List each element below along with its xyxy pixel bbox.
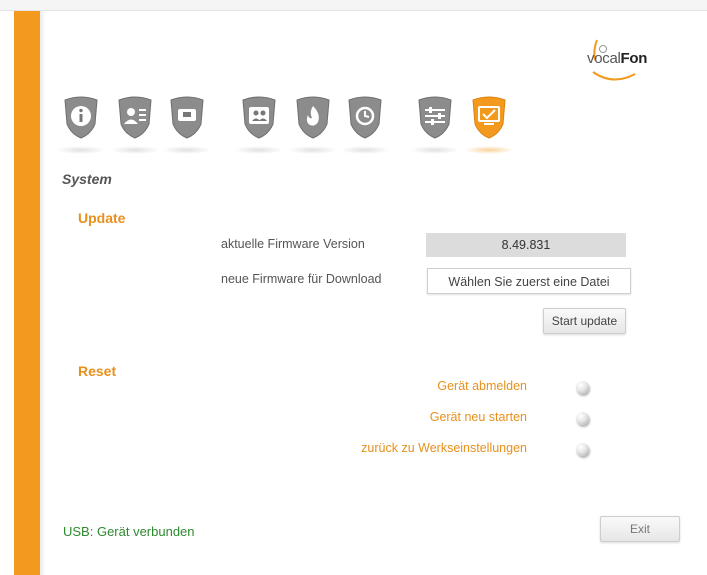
usb-status: USB: Gerät verbunden [63, 524, 195, 539]
reset-heading: Reset [78, 363, 117, 379]
reset-option-restart-radio[interactable] [576, 412, 589, 425]
start-update-button[interactable]: Start update [543, 308, 626, 334]
nav-system-monitor-icon[interactable] [464, 96, 514, 154]
nav-alarm-clock-icon[interactable] [340, 96, 390, 154]
update-heading: Update [78, 210, 126, 226]
reset-option-logout-radio[interactable] [576, 381, 589, 394]
main-nav [0, 96, 707, 156]
nav-user-list-icon[interactable] [110, 96, 160, 154]
reset-option-restart-label: Gerät neu starten [429, 410, 527, 424]
nav-info-icon[interactable] [56, 96, 106, 154]
top-border [0, 0, 707, 11]
firmware-version-value: 8.49.831 [426, 233, 626, 257]
logo-text: vocalFon [587, 50, 648, 67]
nav-phone-icon[interactable] [162, 96, 212, 154]
nav-fire-icon[interactable] [288, 96, 338, 154]
reset-option-factory-label: zurück zu Werkseinstellungen [361, 441, 527, 455]
reset-option-factory-radio[interactable] [576, 443, 589, 456]
firmware-file-chooser[interactable]: Wählen Sie zuerst eine Datei [427, 268, 631, 294]
nav-settings-sliders-icon[interactable] [410, 96, 460, 154]
nav-contacts-icon[interactable] [234, 96, 284, 154]
page-title: System [62, 171, 112, 187]
firmware-version-label: aktuelle Firmware Version [221, 237, 365, 251]
exit-button[interactable]: Exit [600, 516, 680, 542]
firmware-download-label: neue Firmware für Download [221, 272, 382, 286]
reset-option-logout-label: Gerät abmelden [437, 379, 527, 393]
